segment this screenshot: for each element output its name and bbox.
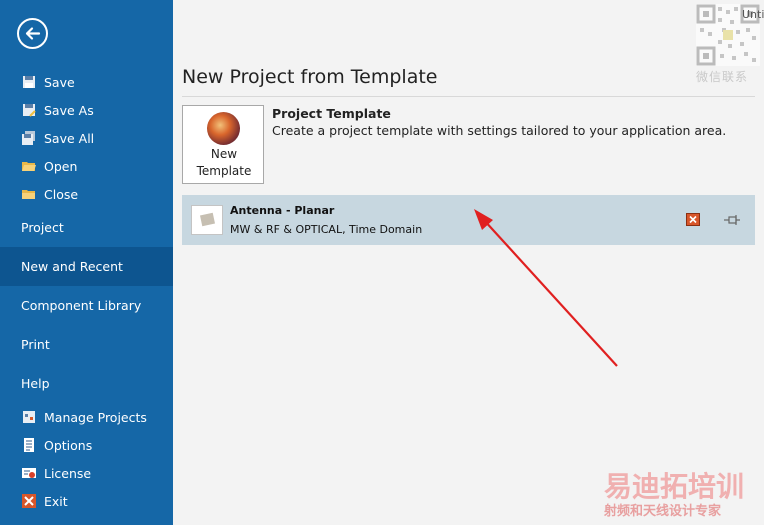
sidebar-item-new-and-recent[interactable]: New and Recent bbox=[0, 247, 173, 286]
menu-save-all-label: Save All bbox=[44, 130, 95, 146]
save-icon bbox=[23, 76, 35, 88]
new-template-button[interactable]: New Template bbox=[182, 105, 264, 184]
pin-icon bbox=[724, 215, 740, 225]
template-globe-icon bbox=[207, 112, 240, 145]
menu-open[interactable]: Open bbox=[0, 153, 173, 179]
menu-options[interactable]: Options bbox=[0, 432, 173, 458]
menu-options-label: Options bbox=[44, 437, 93, 453]
menu-save-label: Save bbox=[44, 74, 75, 90]
menu-save[interactable]: Save bbox=[0, 69, 173, 95]
menu-manage-projects-label: Manage Projects bbox=[44, 409, 147, 425]
options-icon bbox=[24, 438, 34, 452]
antenna-thumbnail bbox=[191, 205, 223, 235]
menu-save-all[interactable]: Save All bbox=[0, 125, 173, 151]
recent-template-item[interactable]: Antenna - Planar MW & RF & OPTICAL, Time… bbox=[182, 195, 755, 245]
window-title-fragment: Unti bbox=[742, 8, 764, 21]
sidebar-item-print[interactable]: Print bbox=[0, 325, 173, 364]
back-button[interactable] bbox=[17, 18, 48, 49]
menu-save-as-label: Save As bbox=[44, 102, 94, 118]
new-template-label-line1: New bbox=[210, 147, 238, 161]
title-divider bbox=[182, 96, 755, 97]
project-template-title: Project Template bbox=[272, 106, 391, 121]
new-template-label-line2: Template bbox=[196, 164, 252, 178]
sidebar-item-label: Help bbox=[21, 376, 50, 391]
sidebar-item-project[interactable]: Project bbox=[0, 208, 173, 247]
menu-close[interactable]: Close bbox=[0, 181, 173, 207]
menu-save-as[interactable]: Save As bbox=[0, 97, 173, 123]
pin-button[interactable] bbox=[723, 212, 741, 226]
menu-exit[interactable]: Exit bbox=[0, 488, 173, 514]
save-all-icon bbox=[22, 131, 35, 145]
page-title: New Project from Template bbox=[182, 66, 438, 88]
sidebar-item-help[interactable]: Help bbox=[0, 364, 173, 403]
menu-exit-label: Exit bbox=[44, 493, 68, 509]
sidebar-item-label: Project bbox=[21, 220, 64, 235]
manage-projects-icon bbox=[23, 411, 35, 423]
new-template-label: New Template bbox=[183, 146, 265, 180]
menu-open-label: Open bbox=[44, 158, 78, 174]
remove-icon bbox=[689, 215, 697, 224]
menu-license[interactable]: License bbox=[0, 460, 173, 486]
menu-manage-projects[interactable]: Manage Projects bbox=[0, 404, 173, 430]
sidebar-item-label: New and Recent bbox=[21, 259, 123, 274]
open-folder-icon bbox=[22, 162, 36, 171]
watermark-subtitle: 射频和天线设计专家 bbox=[604, 504, 722, 519]
project-template-description: Create a project template with settings … bbox=[272, 123, 727, 138]
backstage-sidebar: Save Save As Save All Open Close Project… bbox=[0, 0, 173, 525]
license-icon bbox=[22, 468, 36, 478]
main-panel: New Project from Template New Template P… bbox=[173, 0, 764, 525]
remove-item-button[interactable] bbox=[686, 213, 700, 226]
sidebar-item-label: Print bbox=[21, 337, 50, 352]
sidebar-item-label: Component Library bbox=[21, 298, 142, 313]
recent-item-subtitle: MW & RF & OPTICAL, Time Domain bbox=[230, 223, 423, 236]
sidebar-item-component-library[interactable]: Component Library bbox=[0, 286, 173, 325]
menu-license-label: License bbox=[44, 465, 92, 481]
watermark-title: 易迪拓培训 bbox=[604, 470, 745, 503]
menu-close-label: Close bbox=[44, 186, 79, 202]
save-as-icon bbox=[23, 104, 36, 117]
exit-icon bbox=[22, 494, 36, 508]
qr-caption: 微信联系 bbox=[696, 70, 749, 84]
recent-item-title: Antenna - Planar bbox=[230, 204, 335, 217]
back-arrow-icon bbox=[25, 27, 41, 40]
close-folder-icon bbox=[22, 190, 35, 199]
